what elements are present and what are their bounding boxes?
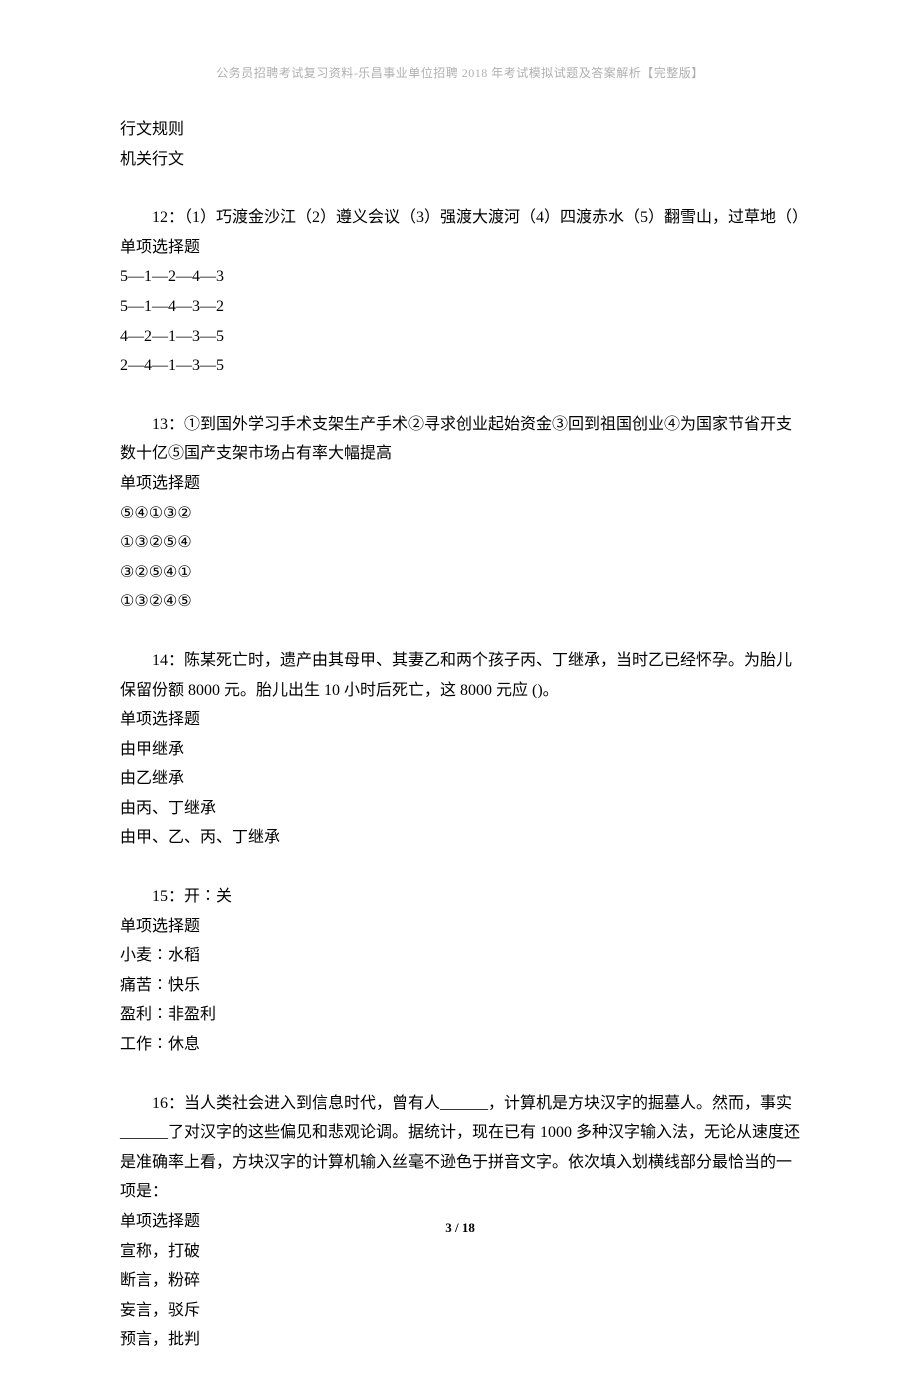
q15-opt-a: 小麦∶水稻 <box>120 941 800 971</box>
q15-stem: 15：开∶关 <box>120 882 800 912</box>
q15-type: 单项选择题 <box>120 912 800 942</box>
question-14: 14：陈某死亡时，遗产由其母甲、其妻乙和两个孩子丙、丁继承，当时乙已经怀孕。为胎… <box>120 646 800 853</box>
page-header: 公务员招聘考试复习资料-乐昌事业单位招聘 2018 年考试模拟试题及答案解析【完… <box>0 62 920 84</box>
q13-opt-d: ①③②④⑤ <box>120 587 800 617</box>
question-13: 13：①到国外学习手术支架生产手术②寻求创业起始资金③回到祖国创业④为国家节省开… <box>120 410 800 617</box>
page-sep: / <box>452 1220 462 1235</box>
q16-opt-a: 宣称，打破 <box>120 1237 800 1267</box>
cont-line2: 机关行文 <box>120 145 800 175</box>
question-15: 15：开∶关 单项选择题 小麦∶水稻 痛苦∶快乐 盈利∶非盈利 工作∶休息 <box>120 882 800 1060</box>
question-12: 12：（1）巧渡金沙江（2）遵义会议（3）强渡大渡河（4）四渡赤水（5）翻雪山，… <box>120 203 800 381</box>
header-text: 公务员招聘考试复习资料-乐昌事业单位招聘 2018 年考试模拟试题及答案解析【完… <box>216 66 704 80</box>
q16-opt-d: 预言，批判 <box>120 1325 800 1355</box>
page-content: 行文规则 机关行文 12：（1）巧渡金沙江（2）遵义会议（3）强渡大渡河（4）四… <box>120 115 800 1384</box>
q12-opt-a: 5—1—2—4—3 <box>120 262 800 292</box>
q16-stem: 16：当人类社会进入到信息时代，曾有人______，计算机是方块汉字的掘墓人。然… <box>120 1089 800 1207</box>
q14-type: 单项选择题 <box>120 705 800 735</box>
q16-opt-b: 断言，粉碎 <box>120 1266 800 1296</box>
q13-opt-a: ⑤④①③② <box>120 499 800 529</box>
q15-opt-d: 工作∶休息 <box>120 1030 800 1060</box>
page-total: 18 <box>462 1220 475 1235</box>
q15-opt-c: 盈利∶非盈利 <box>120 1000 800 1030</box>
q12-opt-d: 2—4—1—3—5 <box>120 351 800 381</box>
q16-opt-c: 妄言，驳斥 <box>120 1296 800 1326</box>
q14-stem: 14：陈某死亡时，遗产由其母甲、其妻乙和两个孩子丙、丁继承，当时乙已经怀孕。为胎… <box>120 646 800 705</box>
q14-opt-b: 由乙继承 <box>120 764 800 794</box>
q14-opt-a: 由甲继承 <box>120 735 800 765</box>
q12-type: 单项选择题 <box>120 233 800 263</box>
q15-opt-b: 痛苦∶快乐 <box>120 971 800 1001</box>
q12-stem: 12：（1）巧渡金沙江（2）遵义会议（3）强渡大渡河（4）四渡赤水（5）翻雪山，… <box>120 203 800 233</box>
q13-opt-c: ③②⑤④① <box>120 558 800 588</box>
q12-opt-b: 5—1—4—3—2 <box>120 292 800 322</box>
q14-opt-d: 由甲、乙、丙、丁继承 <box>120 823 800 853</box>
continuation-block: 行文规则 机关行文 <box>120 115 800 174</box>
q13-opt-b: ①③②⑤④ <box>120 528 800 558</box>
page-footer: 3 / 18 <box>0 1216 920 1240</box>
q13-stem: 13：①到国外学习手术支架生产手术②寻求创业起始资金③回到祖国创业④为国家节省开… <box>120 410 800 469</box>
q13-type: 单项选择题 <box>120 469 800 499</box>
q14-opt-c: 由丙、丁继承 <box>120 794 800 824</box>
cont-line1: 行文规则 <box>120 115 800 145</box>
q12-opt-c: 4—2—1—3—5 <box>120 322 800 352</box>
